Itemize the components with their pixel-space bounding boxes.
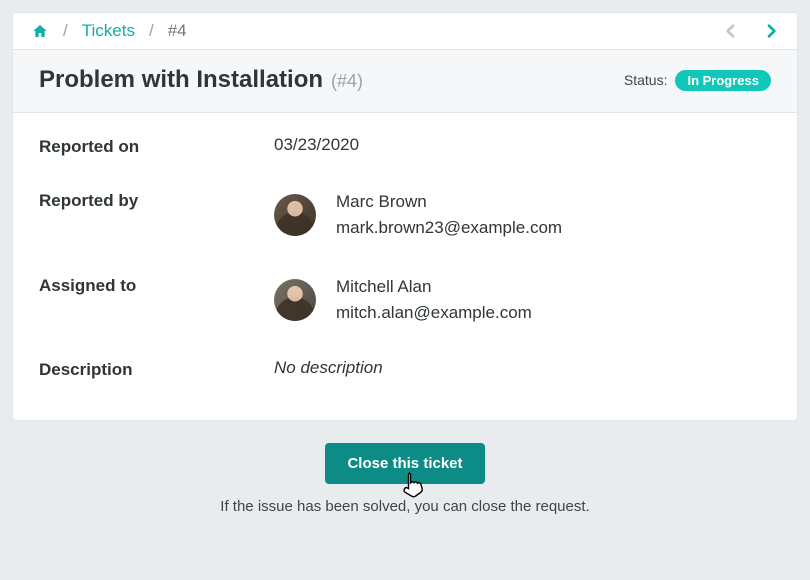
ticket-card: / Tickets / #4 Problem with Installation… — [12, 12, 798, 421]
reporter-lines: Marc Brown mark.brown23@example.com — [336, 189, 562, 242]
title-wrap: Problem with Installation (#4) — [39, 66, 363, 94]
row-description: Description No description — [39, 358, 771, 380]
ticket-id: (#4) — [331, 71, 363, 92]
assignee-name: Mitchell Alan — [336, 274, 532, 300]
title-bar: Problem with Installation (#4) Status: I… — [13, 50, 797, 113]
breadcrumb-tickets-link[interactable]: Tickets — [82, 21, 135, 41]
row-reported-by: Reported by Marc Brown mark.brown23@exam… — [39, 189, 771, 242]
ticket-title: Problem with Installation — [39, 66, 323, 94]
assignee-lines: Mitchell Alan mitch.alan@example.com — [336, 274, 532, 327]
next-ticket-button[interactable] — [763, 21, 779, 41]
label-assigned-to: Assigned to — [39, 274, 274, 296]
close-ticket-button[interactable]: Close this ticket — [325, 443, 484, 484]
breadcrumb: / Tickets / #4 — [31, 21, 187, 41]
prev-ticket-button[interactable] — [723, 21, 739, 41]
close-ticket-button-label: Close this ticket — [347, 455, 462, 472]
row-reported-on: Reported on 03/23/2020 — [39, 135, 771, 157]
label-description: Description — [39, 358, 274, 380]
assignee-email: mitch.alan@example.com — [336, 300, 532, 326]
reporter-name: Marc Brown — [336, 189, 562, 215]
label-reported-on: Reported on — [39, 135, 274, 157]
reporter-email: mark.brown23@example.com — [336, 215, 562, 241]
home-icon[interactable] — [31, 23, 49, 39]
ticket-details: Reported on 03/23/2020 Reported by Marc … — [13, 113, 797, 420]
value-reported-by: Marc Brown mark.brown23@example.com — [274, 189, 562, 242]
footer: Close this ticket If the issue has been … — [12, 421, 798, 515]
status-wrap: Status: In Progress — [624, 70, 771, 91]
breadcrumb-separator: / — [63, 21, 68, 41]
status-label: Status: — [624, 72, 668, 88]
label-reported-by: Reported by — [39, 189, 274, 211]
row-assigned-to: Assigned to Mitchell Alan mitch.alan@exa… — [39, 274, 771, 327]
assignee-avatar — [274, 279, 316, 321]
ticket-pager — [723, 21, 779, 41]
close-ticket-hint: If the issue has been solved, you can cl… — [12, 498, 798, 515]
value-reported-on: 03/23/2020 — [274, 135, 359, 155]
breadcrumb-current: #4 — [168, 21, 187, 41]
status-badge: In Progress — [675, 70, 771, 91]
breadcrumb-bar: / Tickets / #4 — [13, 13, 797, 50]
value-assigned-to: Mitchell Alan mitch.alan@example.com — [274, 274, 532, 327]
reporter-avatar — [274, 194, 316, 236]
value-description: No description — [274, 358, 383, 378]
breadcrumb-separator: / — [149, 21, 154, 41]
